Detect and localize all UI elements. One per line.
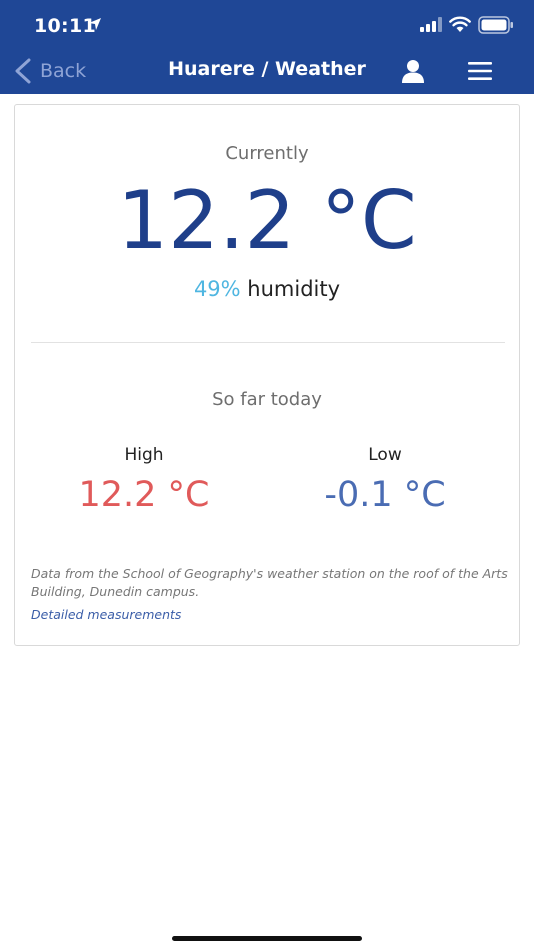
- humidity-label: humidity: [240, 277, 341, 301]
- location-arrow-icon: [89, 18, 101, 30]
- detailed-measurements-link[interactable]: Detailed measurements: [31, 607, 181, 622]
- current-temperature: 12.2 °C: [117, 174, 417, 267]
- weather-card: Currently 12.2 °C 49% humidity So far to…: [14, 104, 520, 646]
- data-source-note: Data from the School of Geography's weat…: [31, 566, 508, 599]
- status-bar: 10:11: [0, 0, 534, 48]
- home-indicator[interactable]: [172, 936, 362, 941]
- back-label: Back: [40, 60, 87, 82]
- humidity-value: 49%: [193, 277, 241, 301]
- status-time: 10:11: [34, 15, 96, 37]
- hamburger-menu-icon[interactable]: [466, 60, 494, 82]
- low-temperature-block: Low -0.1 °C: [275, 445, 495, 515]
- low-temperature: -0.1 °C: [324, 475, 446, 515]
- so-far-today-label: So far today: [212, 389, 322, 410]
- nav-bar: Back Huarere / Weather: [0, 48, 534, 94]
- signal-icon: [420, 17, 442, 32]
- back-button[interactable]: Back: [14, 57, 86, 85]
- low-label: Low: [368, 445, 402, 465]
- high-temperature: 12.2 °C: [78, 475, 210, 515]
- user-icon[interactable]: [400, 58, 426, 84]
- battery-icon: [478, 16, 513, 34]
- high-label: High: [124, 445, 164, 465]
- high-temperature-block: High 12.2 °C: [34, 445, 254, 515]
- humidity-readout: 49% humidity: [15, 277, 519, 301]
- currently-label: Currently: [225, 143, 309, 164]
- divider: [31, 342, 505, 343]
- chevron-left-icon: [15, 58, 31, 84]
- wifi-icon: [449, 16, 471, 32]
